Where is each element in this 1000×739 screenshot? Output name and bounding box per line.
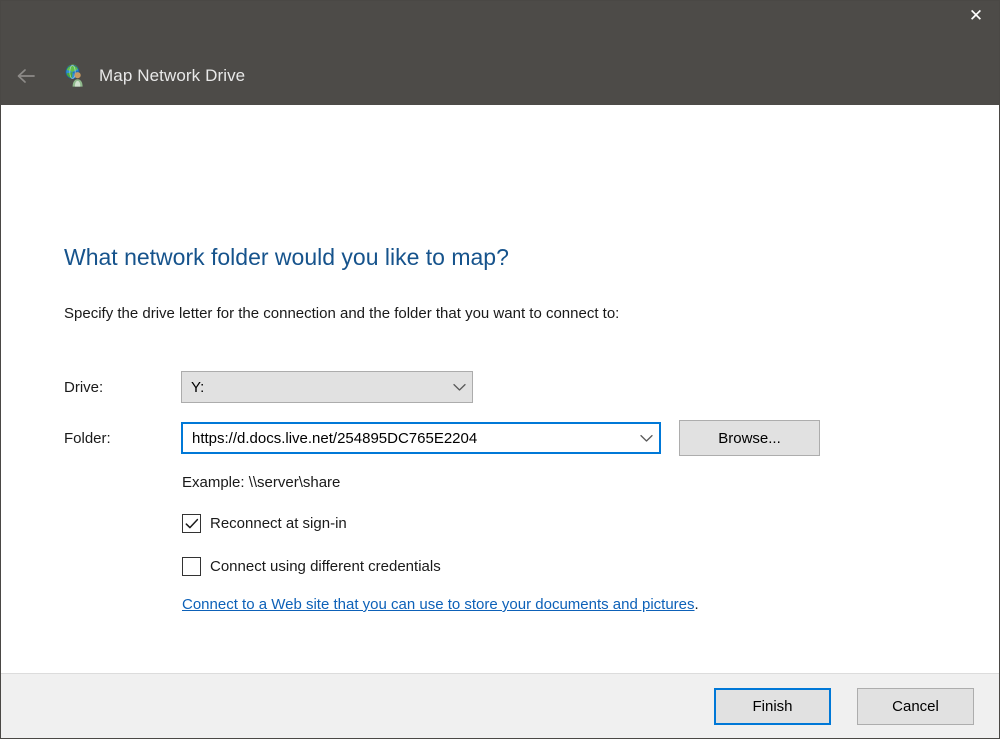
chevron-down-icon [446, 383, 472, 392]
map-network-drive-window: ✕ Map Network Drive What network folder … [0, 0, 1000, 739]
drive-select[interactable]: Y: [181, 371, 473, 403]
finish-button[interactable]: Finish [714, 687, 831, 725]
folder-label: Folder: [64, 429, 111, 447]
credentials-checkbox[interactable] [182, 557, 201, 576]
reconnect-checkbox-row[interactable]: Reconnect at sign-in [182, 514, 347, 533]
title-bar: ✕ Map Network Drive [1, 1, 999, 105]
folder-combobox[interactable]: https://d.docs.live.net/254895DC765E2204 [181, 422, 661, 454]
folder-field-row: Folder: https://d.docs.live.net/254895DC… [64, 420, 820, 456]
checkmark-icon [185, 518, 198, 528]
close-button[interactable]: ✕ [953, 1, 999, 31]
page-subtitle: Specify the drive letter for the connect… [64, 305, 620, 322]
credentials-checkbox-row[interactable]: Connect using different credentials [182, 557, 441, 576]
drive-selected-value: Y: [191, 378, 205, 396]
credentials-checkbox-label: Connect using different credentials [210, 558, 441, 575]
chevron-down-icon[interactable] [633, 434, 659, 443]
dialog-content: What network folder would you like to ma… [1, 105, 999, 673]
title-bar-nav: Map Network Drive [1, 55, 245, 97]
weblink-row: Connect to a Web site that you can use t… [182, 596, 699, 613]
weblink-period: . [694, 596, 699, 613]
back-arrow-icon [17, 69, 35, 83]
reconnect-checkbox[interactable] [182, 514, 201, 533]
page-title: What network folder would you like to ma… [64, 244, 509, 270]
cancel-button[interactable]: Cancel [857, 687, 974, 725]
back-button[interactable] [5, 56, 49, 96]
drive-field-row: Drive: Y: [64, 371, 473, 403]
close-icon: ✕ [968, 5, 984, 26]
drive-label: Drive: [64, 378, 104, 396]
folder-input[interactable]: https://d.docs.live.net/254895DC765E2204 [183, 430, 633, 447]
dialog-footer: Finish Cancel [1, 673, 999, 738]
browse-button[interactable]: Browse... [679, 420, 820, 456]
reconnect-checkbox-label: Reconnect at sign-in [210, 515, 347, 532]
example-hint: Example: \\server\share [182, 474, 341, 491]
network-drive-globe-icon [65, 64, 83, 87]
connect-web-site-link[interactable]: Connect to a Web site that you can use t… [182, 596, 695, 613]
window-title: Map Network Drive [99, 66, 246, 85]
